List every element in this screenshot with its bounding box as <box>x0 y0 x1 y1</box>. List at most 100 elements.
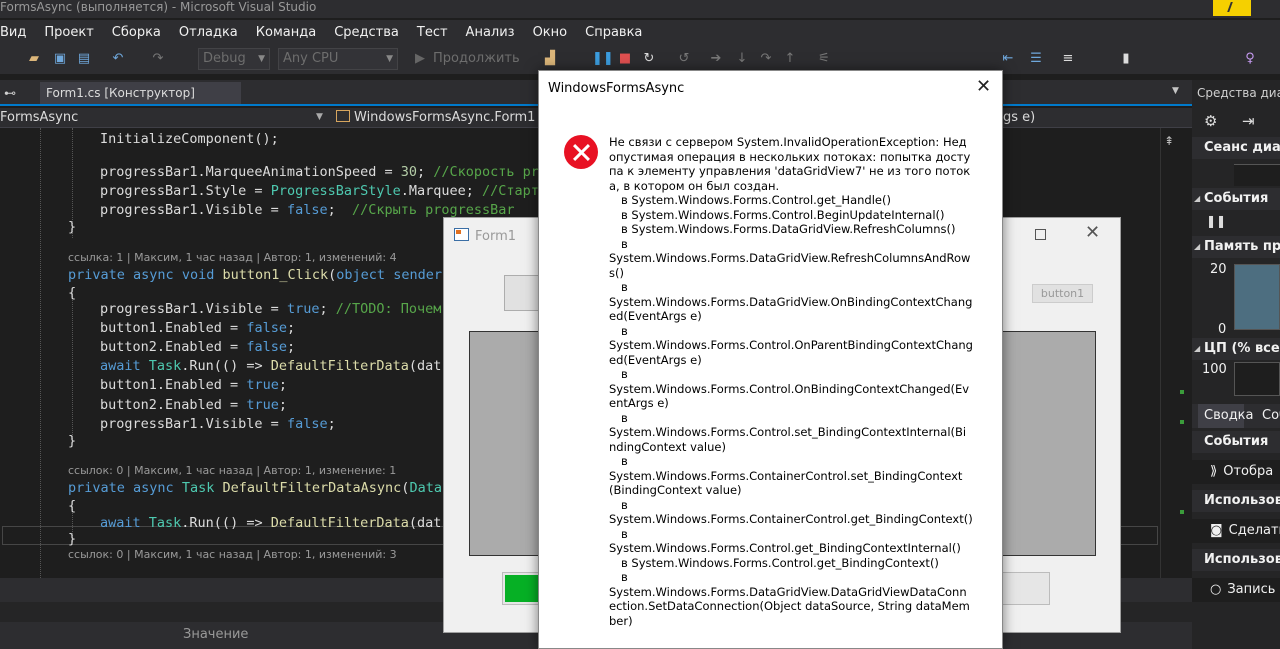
comment-icon[interactable]: ≡ <box>1060 51 1076 67</box>
stack-line: в <box>621 454 628 468</box>
play-icon[interactable]: ▶ <box>412 51 428 67</box>
value-column-header[interactable]: Значение <box>183 627 248 642</box>
tab-form1-designer[interactable]: Form1.cs [Конструктор] <box>40 82 241 104</box>
tab-events[interactable]: Соб <box>1262 404 1280 428</box>
restart-icon[interactable]: ↻ <box>641 51 657 67</box>
save-all-icon[interactable]: ▤ <box>76 51 92 67</box>
code-line: button1.Enabled = false; <box>100 320 296 336</box>
menu-project[interactable]: Проект <box>35 25 102 40</box>
change-marker <box>1180 420 1184 424</box>
menu-debug[interactable]: Отладка <box>170 25 247 40</box>
close-icon[interactable]: ✕ <box>1085 224 1100 242</box>
class-dropdown[interactable]: WindowsFormsAsync.Form1 <box>332 108 542 128</box>
stack-line: System.Windows.Forms.Control.OnParentBin… <box>609 338 973 367</box>
configuration-select[interactable]: Debug ▼ <box>198 48 270 70</box>
step-out-icon[interactable]: ↑ <box>782 51 798 67</box>
editor-scrollbar[interactable] <box>1160 128 1192 578</box>
chevron-down-icon: ▼ <box>316 112 323 122</box>
codelens-info[interactable]: ссылка: 1 | Максим, 1 час назад | Автор:… <box>68 251 397 265</box>
stack-line: в <box>621 410 628 425</box>
memory-header[interactable]: Память пр <box>1192 236 1280 258</box>
events-section: События <box>1192 431 1280 453</box>
code-line: { <box>68 285 77 301</box>
stack-line: в <box>621 236 628 251</box>
lightbulb-icon[interactable]: ♀ <box>1242 51 1258 67</box>
stack-line: System.Windows.Forms.ContainerControl.ge… <box>609 512 973 526</box>
chevron-down-icon[interactable]: ▼ <box>1172 86 1179 96</box>
code-map-icon[interactable]: ⚟ <box>816 51 832 67</box>
bookmark-icon[interactable]: ▮ <box>1118 51 1134 67</box>
open-folder-icon[interactable]: ▰ <box>26 51 42 67</box>
stack-line: в System.Windows.Forms.Control.BeginUpda… <box>621 207 945 222</box>
project-dropdown[interactable]: FormsAsync <box>0 108 330 128</box>
stack-line: в System.Windows.Forms.Control.get_Handl… <box>621 193 891 207</box>
codelens-info[interactable]: ссылок: 0 | Максим, 1 час назад | Автор:… <box>68 464 396 478</box>
stop-icon[interactable]: ■ <box>617 51 633 67</box>
export-icon[interactable]: ⇥ <box>1242 112 1255 130</box>
pin-icon[interactable]: ⊷ <box>0 82 40 104</box>
button1[interactable]: button1 <box>1032 284 1093 303</box>
usage-section-2: Использова <box>1192 549 1280 571</box>
code-line: await Task.Run(() => DefaultFilterData(d… <box>100 515 442 531</box>
gear-icon[interactable]: ⚙ <box>1204 112 1217 130</box>
menu-analyze[interactable]: Анализ <box>457 25 524 40</box>
code-line: progressBar1.Visible = false; <box>100 416 336 432</box>
form1-title: Form1 <box>475 229 517 244</box>
indent-icon[interactable]: ☰ <box>1028 51 1044 67</box>
menu-test[interactable]: Тест <box>408 25 457 40</box>
format-icon[interactable]: ⇤ <box>1000 51 1016 67</box>
visual-studio-window: FormsAsync (выполняется) - Microsoft Vis… <box>0 0 1280 649</box>
menu-window[interactable]: Окно <box>524 25 577 40</box>
code-line: } <box>68 531 77 547</box>
pause-icon[interactable]: ❚❚ <box>592 51 614 67</box>
configuration-value: Debug <box>203 51 246 66</box>
stack-line: System.Windows.Forms.DataGridView.Refres… <box>609 251 971 280</box>
menu-help[interactable]: Справка <box>576 25 651 40</box>
maximize-icon[interactable] <box>1035 229 1046 240</box>
error-message: Не связи с сервером System.InvalidOperat… <box>609 135 973 647</box>
dialog-title: WindowsFormsAsync <box>548 81 685 96</box>
cpu-header[interactable]: ЦП (% всех <box>1192 338 1280 360</box>
save-icon[interactable]: ▣ <box>52 51 68 67</box>
menu-build[interactable]: Сборка <box>103 25 170 40</box>
step-over-icon[interactable]: ↷ <box>758 51 774 67</box>
member-dropdown-value: gs e) <box>1003 110 1036 125</box>
redo-icon[interactable]: ↷ <box>150 51 166 67</box>
memory-graph <box>1234 264 1280 330</box>
menu-team[interactable]: Команда <box>247 25 325 40</box>
memory-max-label: 20 <box>1210 262 1227 277</box>
chevron-down-icon: ▼ <box>386 54 393 64</box>
session-timeline[interactable] <box>1234 164 1280 186</box>
member-dropdown[interactable]: gs e) <box>1003 108 1083 128</box>
close-icon[interactable]: ✕ <box>976 78 991 96</box>
code-line: progressBar1.Visible = true; //TODO: Поч… <box>100 301 442 317</box>
pause-icon[interactable]: ❚❚ <box>1206 214 1226 228</box>
hot-reload-icon[interactable]: ↺ <box>676 51 692 67</box>
process-icon[interactable]: ▟ <box>542 51 558 67</box>
continue-button[interactable]: Продолжить <box>433 51 520 67</box>
undo-icon[interactable]: ↶ <box>110 51 126 67</box>
error-dialog: WindowsFormsAsync ✕ Не связи с сервером … <box>538 70 1003 649</box>
show-next-statement-icon[interactable]: ➔ <box>708 51 724 67</box>
step-into-icon[interactable]: ↓ <box>734 51 750 67</box>
show-events-item[interactable]: ⟫ Отобра <box>1192 460 1280 484</box>
button2[interactable] <box>504 275 540 311</box>
split-icon[interactable]: ⇞ <box>1164 134 1174 148</box>
stack-line: в System.Windows.Forms.DataGridView.Refr… <box>621 222 956 236</box>
tab-summary[interactable]: Сводка <box>1198 404 1254 428</box>
menu-tools[interactable]: Средства <box>325 25 408 40</box>
menu-view[interactable]: Вид <box>0 25 35 40</box>
diagnostic-tools-panel: Средства диаг ⚙ ⇥ Сеанс диагн События ❚❚… <box>1192 80 1280 649</box>
indent-guide <box>72 293 73 443</box>
codelens-info[interactable]: ссылок: 0 | Максим, 1 час назад | Автор:… <box>68 548 397 562</box>
snapshot-item[interactable]: ◙ Сделать <box>1192 519 1280 543</box>
error-icon <box>564 135 598 169</box>
platform-select[interactable]: Any CPU ▼ <box>278 48 398 70</box>
events-header[interactable]: События <box>1192 188 1280 210</box>
feedback-icon[interactable] <box>1213 0 1251 16</box>
stack-line: System.Windows.Forms.Control.get_Binding… <box>609 541 961 555</box>
record-item[interactable]: ○ Запись <box>1192 578 1280 602</box>
indent-guide <box>40 128 41 578</box>
code-line: { <box>68 498 77 514</box>
record-label: Запись <box>1227 582 1276 597</box>
